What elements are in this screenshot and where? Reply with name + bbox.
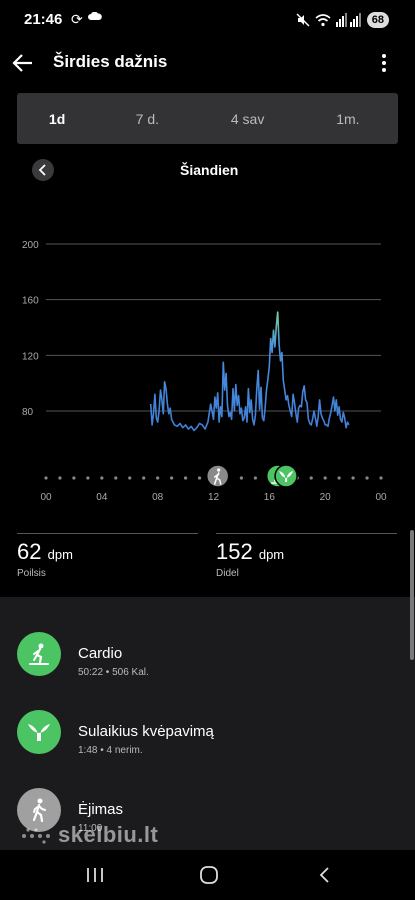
x-tick-label: 16 [264, 492, 276, 503]
scrollbar-thumb[interactable] [410, 530, 414, 660]
x-axis-dot [365, 476, 369, 480]
stat-divider [17, 533, 198, 534]
x-tick-label: 04 [96, 492, 108, 503]
treadmill-icon [17, 632, 61, 676]
x-axis-dot [86, 476, 90, 480]
rest-hr-unit: dpm [47, 547, 73, 562]
more-vertical-icon[interactable] [376, 51, 392, 75]
y-tick-label: 120 [22, 351, 39, 362]
status-right-icons: 68 [296, 11, 389, 29]
x-axis-dot [379, 476, 383, 480]
x-axis-dot [114, 476, 118, 480]
watermark-logo-icon [22, 828, 50, 844]
back-chevron-icon[interactable] [313, 865, 337, 885]
wifi-icon [315, 14, 331, 27]
x-axis-dot [183, 476, 188, 480]
activity-list: Cardio 50:22 • 506 Kal. Sulaikius kvėpav… [0, 597, 415, 850]
signal-icon [335, 13, 361, 27]
tab-1d[interactable]: 1d [17, 93, 97, 144]
activity-name: Cardio [78, 645, 123, 662]
mute-icon [296, 13, 310, 27]
y-tick-label: 80 [22, 407, 34, 418]
x-axis-dot [44, 476, 48, 480]
day-label: Šiandien [180, 162, 239, 178]
marker-glyph [217, 468, 221, 472]
x-axis-dot [156, 476, 160, 480]
rest-hr-value: 62 [17, 539, 42, 564]
max-hr-stat: 152 dpm [216, 539, 284, 565]
battery-badge: 68 [366, 12, 389, 28]
walking-marker-icon [205, 464, 230, 488]
x-axis-dot [100, 476, 104, 480]
x-tick-label: 00 [375, 492, 387, 503]
activity-item-breath-hold[interactable]: Sulaikius kvėpavimą 1:48 • 4 nerim. [0, 697, 415, 775]
tab-1m[interactable]: 1m. [298, 93, 398, 144]
tab-4sav[interactable]: 4 sav [197, 93, 297, 144]
watermark-text: skelbiu.lt [58, 822, 159, 847]
x-axis-dot [253, 476, 257, 480]
cloud-icon [88, 12, 102, 20]
y-tick-label: 200 [22, 240, 39, 251]
recents-icon[interactable] [83, 865, 107, 885]
activity-details: 1:48 • 4 nerim. [78, 745, 143, 756]
max-hr-value: 152 [216, 539, 253, 564]
heart-rate-line [149, 311, 350, 432]
x-axis-dot [72, 476, 76, 480]
chevron-left-icon [38, 164, 46, 176]
sync-icon: ⟳ [71, 11, 83, 27]
activity-name: Sulaikius kvėpavimą [78, 723, 214, 740]
x-tick-label: 20 [320, 492, 332, 503]
x-axis-dot [309, 476, 313, 480]
y-tick-label: 160 [22, 296, 39, 307]
max-hr-label: Didel [216, 568, 239, 579]
breath-hold-marker-icon [274, 464, 298, 488]
marker-circle [274, 464, 298, 488]
tab-7d[interactable]: 7 d. [97, 93, 197, 144]
stat-divider [216, 533, 397, 534]
activity-item-cardio[interactable]: Cardio 50:22 • 506 Kal. [0, 619, 415, 697]
x-axis-dot [142, 476, 146, 480]
x-axis-dot [58, 476, 62, 480]
x-axis-dot [337, 476, 341, 480]
whale-tail-icon [17, 710, 61, 754]
x-axis-dot [128, 476, 132, 480]
x-axis-dot [197, 476, 202, 480]
page-title: Širdies dažnis [53, 52, 168, 71]
x-tick-label: 12 [208, 492, 220, 503]
activity-details: 50:22 • 506 Kal. [78, 667, 149, 678]
home-icon[interactable] [197, 865, 221, 885]
status-bar: 21:46 ⟳ 68 [0, 0, 415, 40]
x-axis-dot [170, 476, 174, 480]
rest-hr-label: Poilsis [17, 568, 46, 579]
max-hr-unit: dpm [258, 547, 285, 562]
x-axis-dot [239, 476, 244, 480]
x-axis-dot [351, 476, 355, 480]
activity-name: Ėjimas [78, 801, 124, 818]
x-tick-label: 00 [40, 492, 52, 503]
x-axis-dot [323, 476, 327, 480]
prev-day-button[interactable] [32, 159, 54, 181]
heart-rate-chart: 80 120 160 200 00 04 08 12 16 20 00 [22, 240, 387, 503]
back-arrow-icon[interactable] [10, 50, 36, 76]
rest-hr-stat: 62 dpm [17, 539, 73, 565]
period-tabs: 1d 7 d. 4 sav 1m. [17, 93, 398, 144]
status-time: 21:46 [24, 11, 63, 28]
x-tick-label: 08 [152, 492, 164, 503]
